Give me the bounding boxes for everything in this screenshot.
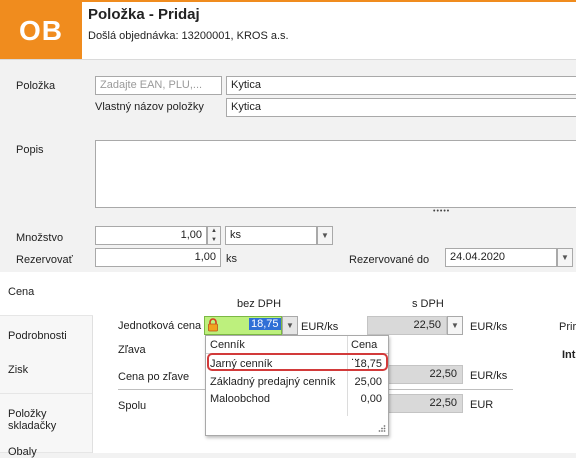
bez-dph-header: bez DPH: [237, 298, 282, 310]
popis-textarea[interactable]: [95, 140, 576, 208]
list-item[interactable]: Maloobchod 0,00: [206, 390, 388, 407]
s-dph-unit: EUR/ks: [470, 321, 508, 333]
rezervovane-do-label: Rezervované do: [349, 254, 430, 266]
s-dph-price-input[interactable]: 22,50: [367, 316, 447, 335]
pricelist-price: 0,00: [360, 393, 382, 405]
tab-obaly[interactable]: Obaly: [0, 432, 92, 458]
pricelist-dropdown-button[interactable]: ▼: [282, 316, 298, 335]
unit-select[interactable]: ks: [225, 226, 317, 245]
pricelist-price: 25,00: [354, 376, 382, 388]
rezervovat-input[interactable]: 1,00: [95, 248, 221, 267]
spin-up-icon[interactable]: ▲: [208, 227, 220, 236]
chevron-down-icon[interactable]: ▼: [317, 226, 333, 245]
polozka-label: Položka: [16, 80, 56, 92]
mnozstvo-spinner[interactable]: ▲ ▼: [207, 226, 221, 245]
rezervovat-label: Rezervovať: [16, 254, 73, 266]
popis-label: Popis: [16, 144, 44, 156]
rezervovane-do-input[interactable]: 24.04.2020: [445, 248, 557, 267]
int-label-cut: Int: [562, 349, 576, 361]
zlava-label: Zľava: [118, 344, 146, 356]
prira-label-cut: Prira: [559, 321, 576, 333]
document-type-badge: OB: [0, 2, 82, 59]
pricelist-name: Základný predajný cenník: [210, 376, 336, 388]
spolu-label: Spolu: [118, 400, 147, 412]
polozka-input[interactable]: Kytica: [226, 76, 576, 95]
mnozstvo-label: Množstvo: [16, 232, 64, 244]
tab-cena[interactable]: Cena: [0, 272, 93, 316]
tab-zisk[interactable]: Zisk: [0, 350, 92, 394]
page-title: Položka - Pridaj: [88, 6, 200, 23]
highlight-marker: [207, 353, 388, 371]
jednotkova-cena-unit: EUR/ks: [301, 321, 339, 333]
spin-down-icon[interactable]: ▼: [208, 236, 220, 245]
vlastny-nazov-label: Vlastný názov položky: [95, 101, 204, 113]
rezervovat-unit: ks: [226, 253, 237, 265]
pricelist-name: Maloobchod: [210, 393, 270, 405]
textarea-resize-grip[interactable]: •••••: [433, 208, 450, 215]
list-item[interactable]: Základný predajný cenník 25,00: [206, 373, 388, 390]
cena-po-zlave-s-dph: 22,50: [385, 365, 463, 384]
jednotkova-cena-label: Jednotková cena: [118, 320, 202, 332]
lock-icon[interactable]: [207, 318, 219, 332]
selected-price-value: 18,75: [249, 318, 281, 330]
pricelist-popup-header: Cenník Cena ...: [206, 336, 388, 363]
s-dph-dropdown-icon[interactable]: ▼: [447, 316, 463, 335]
col-cennik: Cenník: [210, 339, 245, 351]
page-subtitle: Došlá objednávka: 13200001, KROS a.s.: [88, 30, 289, 42]
cena-po-zlave-unit: EUR/ks: [470, 370, 508, 382]
pricelist-popup: Cenník Cena ... Jarný cenník 18,75 Zákla…: [205, 335, 389, 436]
spolu-s-dph: 22,50: [385, 394, 463, 413]
ean-input[interactable]: Zadajte EAN, PLU,...: [95, 76, 222, 95]
vlastny-nazov-input[interactable]: Kytica: [226, 98, 576, 117]
spolu-unit: EUR: [470, 399, 494, 411]
calendar-dropdown-icon[interactable]: ▼: [557, 248, 573, 267]
mnozstvo-input[interactable]: 1,00: [95, 226, 207, 245]
cena-po-zlave-label: Cena po zľave: [118, 371, 190, 383]
resize-grip-icon[interactable]: [377, 424, 386, 433]
s-dph-header: s DPH: [412, 298, 444, 310]
jednotkova-cena-input[interactable]: 18,75: [249, 318, 281, 330]
